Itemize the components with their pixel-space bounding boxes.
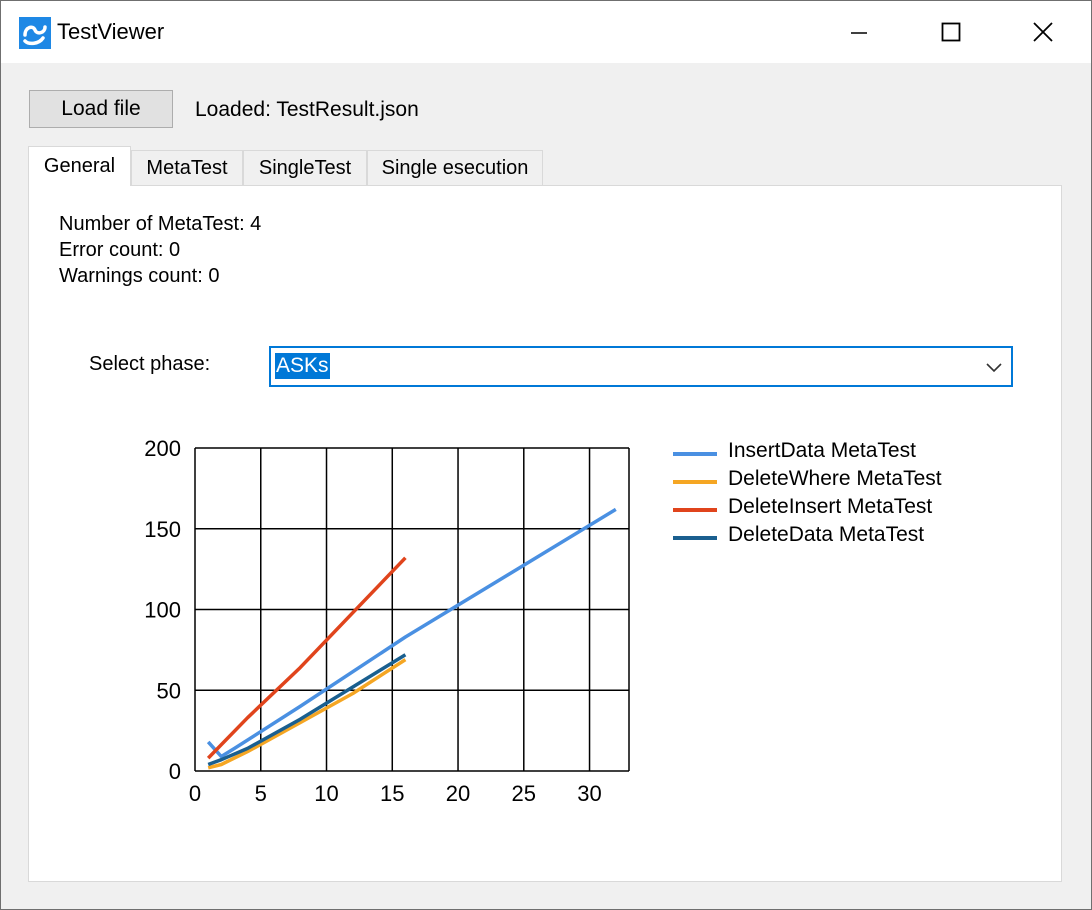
- tab-general[interactable]: General: [28, 146, 131, 186]
- legend-label: DeleteData MetaTest: [728, 523, 925, 546]
- x-tick-label: 0: [189, 781, 201, 806]
- close-icon: [1033, 22, 1053, 42]
- y-tick-label: 150: [144, 517, 181, 542]
- legend-label: DeleteWhere MetaTest: [728, 467, 942, 490]
- x-tick-label: 15: [380, 781, 404, 806]
- x-tick-label: 20: [446, 781, 470, 806]
- loaded-file-label: Loaded: TestResult.json: [195, 98, 419, 121]
- y-tick-label: 100: [144, 598, 181, 623]
- legend-swatch: [673, 508, 717, 512]
- metatest-count-label: Number of MetaTest: 4: [59, 213, 262, 235]
- chevron-down-icon[interactable]: [985, 358, 1003, 381]
- x-tick-label: 5: [255, 781, 267, 806]
- tab-metatest[interactable]: MetaTest: [131, 150, 243, 186]
- window-title: TestViewer: [57, 19, 165, 44]
- y-tick-label: 0: [169, 759, 181, 784]
- y-tick-label: 200: [144, 436, 181, 461]
- legend-swatch: [673, 452, 717, 456]
- x-tick-label: 10: [314, 781, 338, 806]
- metatest-line-chart: 0 5 10 15 20 25 30 0 50 100 150 200: [144, 436, 630, 806]
- app-logo-icon: [19, 17, 51, 49]
- warnings-count-label: Warnings count: 0: [59, 265, 220, 287]
- maximize-icon: [941, 22, 961, 42]
- x-tick-label: 30: [577, 781, 601, 806]
- app-window: TestViewer Load file Loaded: TestResult.…: [0, 0, 1092, 910]
- series-line-insertdata: [206, 507, 617, 759]
- phase-dropdown[interactable]: ASKs: [269, 346, 1013, 387]
- error-count-label: Error count: 0: [59, 239, 181, 261]
- tab-singletest[interactable]: SingleTest: [243, 150, 367, 186]
- load-file-button[interactable]: Load file: [29, 90, 173, 128]
- legend-swatch: [673, 536, 717, 540]
- x-tick-label: 25: [512, 781, 536, 806]
- legend-label: InsertData MetaTest: [728, 439, 916, 462]
- y-tick-label: 50: [157, 678, 181, 703]
- legend-swatch: [673, 480, 717, 484]
- legend-label: DeleteInsert MetaTest: [728, 495, 933, 518]
- maximize-button[interactable]: [905, 1, 997, 63]
- minimize-icon: [851, 32, 867, 34]
- close-button[interactable]: [997, 1, 1089, 63]
- tab-single-esecution[interactable]: Single esecution: [367, 150, 543, 186]
- minimize-button[interactable]: [813, 1, 905, 63]
- title-bar[interactable]: TestViewer: [1, 1, 1091, 63]
- select-phase-label: Select phase:: [89, 353, 211, 375]
- phase-selected-value: ASKs: [275, 353, 330, 379]
